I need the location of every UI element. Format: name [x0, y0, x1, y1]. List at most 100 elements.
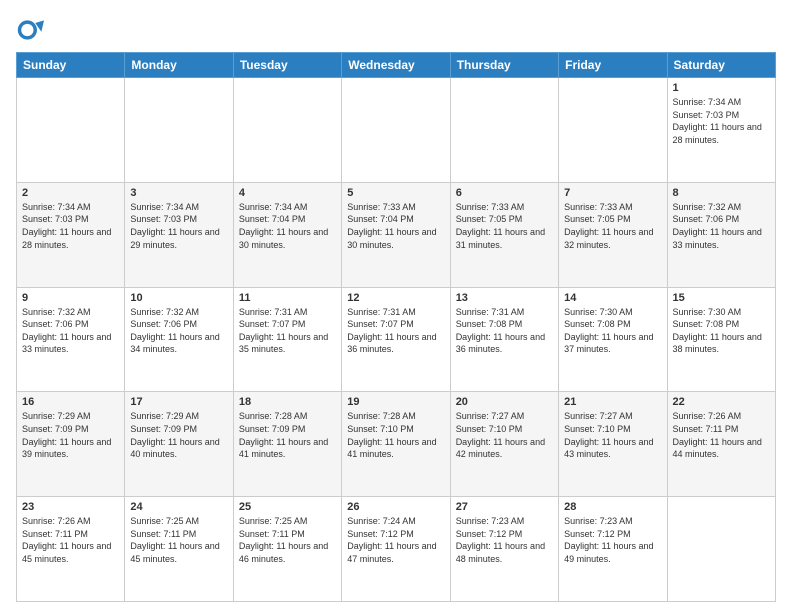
calendar-cell: 12 Sunrise: 7:31 AM Sunset: 7:07 PM Dayli… [342, 287, 450, 392]
day-number: 13 [456, 292, 553, 304]
day-info: Sunrise: 7:27 AM Sunset: 7:10 PM Dayligh… [564, 410, 661, 460]
calendar-cell: 10 Sunrise: 7:32 AM Sunset: 7:06 PM Dayli… [125, 287, 233, 392]
calendar-cell [667, 497, 775, 602]
day-info: Sunrise: 7:26 AM Sunset: 7:11 PM Dayligh… [22, 515, 119, 565]
day-info: Sunrise: 7:25 AM Sunset: 7:11 PM Dayligh… [130, 515, 227, 565]
day-info: Sunrise: 7:30 AM Sunset: 7:08 PM Dayligh… [673, 306, 770, 356]
calendar-cell: 8 Sunrise: 7:32 AM Sunset: 7:06 PM Daylig… [667, 182, 775, 287]
day-header-thursday: Thursday [450, 53, 558, 78]
day-number: 21 [564, 396, 661, 408]
day-number: 24 [130, 501, 227, 513]
day-number: 22 [673, 396, 770, 408]
day-info: Sunrise: 7:29 AM Sunset: 7:09 PM Dayligh… [22, 410, 119, 460]
day-info: Sunrise: 7:23 AM Sunset: 7:12 PM Dayligh… [564, 515, 661, 565]
calendar-cell: 14 Sunrise: 7:30 AM Sunset: 7:08 PM Dayli… [559, 287, 667, 392]
day-info: Sunrise: 7:31 AM Sunset: 7:08 PM Dayligh… [456, 306, 553, 356]
day-header-sunday: Sunday [17, 53, 125, 78]
day-number: 16 [22, 396, 119, 408]
day-info: Sunrise: 7:24 AM Sunset: 7:12 PM Dayligh… [347, 515, 444, 565]
calendar-cell: 4 Sunrise: 7:34 AM Sunset: 7:04 PM Daylig… [233, 182, 341, 287]
day-info: Sunrise: 7:34 AM Sunset: 7:03 PM Dayligh… [22, 201, 119, 251]
calendar-cell: 2 Sunrise: 7:34 AM Sunset: 7:03 PM Daylig… [17, 182, 125, 287]
day-info: Sunrise: 7:27 AM Sunset: 7:10 PM Dayligh… [456, 410, 553, 460]
logo-icon [16, 16, 44, 44]
day-info: Sunrise: 7:34 AM Sunset: 7:03 PM Dayligh… [130, 201, 227, 251]
calendar-page: SundayMondayTuesdayWednesdayThursdayFrid… [0, 0, 792, 612]
calendar-cell: 18 Sunrise: 7:28 AM Sunset: 7:09 PM Dayli… [233, 392, 341, 497]
calendar-week-3: 9 Sunrise: 7:32 AM Sunset: 7:06 PM Daylig… [17, 287, 776, 392]
day-number: 1 [673, 82, 770, 94]
calendar-cell: 20Sunrise: 7:27 AM Sunset: 7:10 PM Dayli… [450, 392, 558, 497]
day-info: Sunrise: 7:23 AM Sunset: 7:12 PM Dayligh… [456, 515, 553, 565]
day-info: Sunrise: 7:32 AM Sunset: 7:06 PM Dayligh… [673, 201, 770, 251]
day-header-monday: Monday [125, 53, 233, 78]
day-header-saturday: Saturday [667, 53, 775, 78]
day-info: Sunrise: 7:28 AM Sunset: 7:10 PM Dayligh… [347, 410, 444, 460]
day-number: 25 [239, 501, 336, 513]
calendar-cell: 9 Sunrise: 7:32 AM Sunset: 7:06 PM Daylig… [17, 287, 125, 392]
day-number: 26 [347, 501, 444, 513]
day-number: 10 [130, 292, 227, 304]
calendar-week-2: 2 Sunrise: 7:34 AM Sunset: 7:03 PM Daylig… [17, 182, 776, 287]
day-number: 2 [22, 187, 119, 199]
calendar-cell: 1 Sunrise: 7:34 AM Sunset: 7:03 PM Daylig… [667, 78, 775, 183]
day-info: Sunrise: 7:28 AM Sunset: 7:09 PM Dayligh… [239, 410, 336, 460]
calendar-header-row: SundayMondayTuesdayWednesdayThursdayFrid… [17, 53, 776, 78]
calendar-cell [233, 78, 341, 183]
day-number: 9 [22, 292, 119, 304]
calendar-cell: 15 Sunrise: 7:30 AM Sunset: 7:08 PM Dayli… [667, 287, 775, 392]
day-info: Sunrise: 7:32 AM Sunset: 7:06 PM Dayligh… [130, 306, 227, 356]
day-info: Sunrise: 7:26 AM Sunset: 7:11 PM Dayligh… [673, 410, 770, 460]
day-number: 17 [130, 396, 227, 408]
calendar-cell: 22 Sunrise: 7:26 AM Sunset: 7:11 PM Dayli… [667, 392, 775, 497]
day-number: 19 [347, 396, 444, 408]
calendar-cell: 27 Sunrise: 7:23 AM Sunset: 7:12 PM Dayli… [450, 497, 558, 602]
calendar-week-1: 1 Sunrise: 7:34 AM Sunset: 7:03 PM Daylig… [17, 78, 776, 183]
day-number: 6 [456, 187, 553, 199]
day-info: Sunrise: 7:34 AM Sunset: 7:04 PM Dayligh… [239, 201, 336, 251]
day-info: Sunrise: 7:31 AM Sunset: 7:07 PM Dayligh… [347, 306, 444, 356]
day-number: 4 [239, 187, 336, 199]
day-number: 7 [564, 187, 661, 199]
calendar-cell: 28 Sunrise: 7:23 AM Sunset: 7:12 PM Dayli… [559, 497, 667, 602]
day-info: Sunrise: 7:32 AM Sunset: 7:06 PM Dayligh… [22, 306, 119, 356]
day-info: Sunrise: 7:33 AM Sunset: 7:04 PM Dayligh… [347, 201, 444, 251]
day-info: Sunrise: 7:25 AM Sunset: 7:11 PM Dayligh… [239, 515, 336, 565]
calendar-cell: 5 Sunrise: 7:33 AM Sunset: 7:04 PM Daylig… [342, 182, 450, 287]
calendar-cell: 7 Sunrise: 7:33 AM Sunset: 7:05 PM Daylig… [559, 182, 667, 287]
calendar-cell: 25 Sunrise: 7:25 AM Sunset: 7:11 PM Dayli… [233, 497, 341, 602]
calendar-week-5: 23 Sunrise: 7:26 AM Sunset: 7:11 PM Dayli… [17, 497, 776, 602]
calendar-cell: 3Sunrise: 7:34 AM Sunset: 7:03 PM Daylig… [125, 182, 233, 287]
calendar-cell [450, 78, 558, 183]
day-info: Sunrise: 7:31 AM Sunset: 7:07 PM Dayligh… [239, 306, 336, 356]
calendar-cell [17, 78, 125, 183]
calendar-cell: 24 Sunrise: 7:25 AM Sunset: 7:11 PM Dayli… [125, 497, 233, 602]
day-number: 8 [673, 187, 770, 199]
day-number: 14 [564, 292, 661, 304]
day-number: 15 [673, 292, 770, 304]
day-number: 11 [239, 292, 336, 304]
logo [16, 16, 48, 44]
day-number: 23 [22, 501, 119, 513]
day-number: 12 [347, 292, 444, 304]
calendar-table: SundayMondayTuesdayWednesdayThursdayFrid… [16, 52, 776, 602]
day-info: Sunrise: 7:33 AM Sunset: 7:05 PM Dayligh… [564, 201, 661, 251]
calendar-cell: 13 Sunrise: 7:31 AM Sunset: 7:08 PM Dayli… [450, 287, 558, 392]
calendar-cell [559, 78, 667, 183]
calendar-cell: 16 Sunrise: 7:29 AM Sunset: 7:09 PM Dayli… [17, 392, 125, 497]
calendar-cell: 26 Sunrise: 7:24 AM Sunset: 7:12 PM Dayli… [342, 497, 450, 602]
calendar-cell: 6Sunrise: 7:33 AM Sunset: 7:05 PM Daylig… [450, 182, 558, 287]
calendar-week-4: 16 Sunrise: 7:29 AM Sunset: 7:09 PM Dayli… [17, 392, 776, 497]
calendar-cell: 19 Sunrise: 7:28 AM Sunset: 7:10 PM Dayli… [342, 392, 450, 497]
day-number: 5 [347, 187, 444, 199]
day-info: Sunrise: 7:34 AM Sunset: 7:03 PM Dayligh… [673, 96, 770, 146]
day-number: 28 [564, 501, 661, 513]
calendar-cell: 17Sunrise: 7:29 AM Sunset: 7:09 PM Dayli… [125, 392, 233, 497]
day-info: Sunrise: 7:30 AM Sunset: 7:08 PM Dayligh… [564, 306, 661, 356]
calendar-cell: 11 Sunrise: 7:31 AM Sunset: 7:07 PM Dayli… [233, 287, 341, 392]
day-number: 18 [239, 396, 336, 408]
day-header-friday: Friday [559, 53, 667, 78]
calendar-cell [342, 78, 450, 183]
calendar-cell: 21 Sunrise: 7:27 AM Sunset: 7:10 PM Dayli… [559, 392, 667, 497]
day-number: 27 [456, 501, 553, 513]
